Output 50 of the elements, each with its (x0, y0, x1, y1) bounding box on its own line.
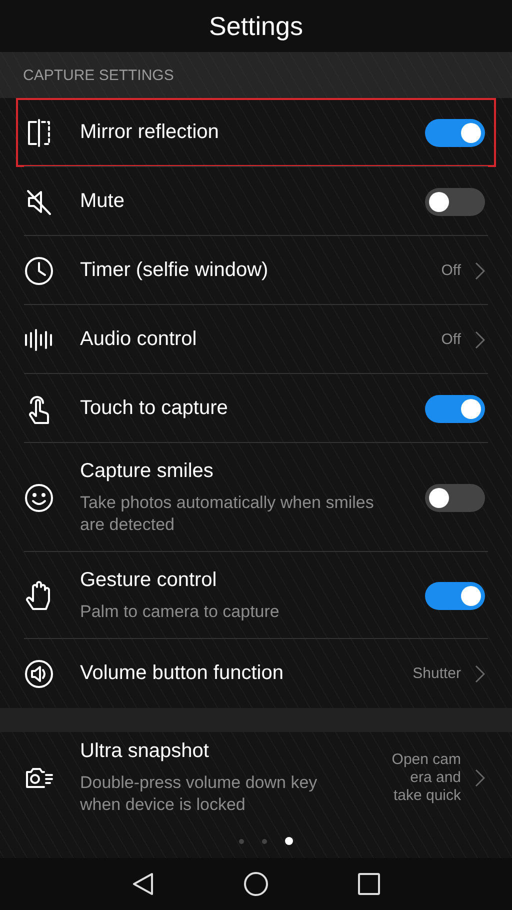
clock-icon (24, 256, 54, 286)
settings-row[interactable]: Capture smiles Take photos automatically when smiles are detected (0, 443, 512, 552)
sound-wave-icon (24, 328, 54, 352)
setting-label: Audio control (80, 328, 198, 351)
setting-label: Mute (80, 190, 126, 213)
toggle-switch[interactable] (425, 188, 485, 216)
toggle-switch[interactable] (425, 484, 485, 512)
speaker-icon (24, 658, 54, 688)
setting-description: Take photos automatically when smiles are detected (80, 492, 375, 536)
settings-row[interactable]: Mute (0, 167, 512, 236)
camera-icon (24, 765, 54, 791)
setting-label: Timer (selfie window) (80, 259, 270, 282)
back-icon[interactable] (132, 872, 154, 896)
chevron-right-icon (475, 330, 485, 348)
mirror-icon (26, 118, 52, 146)
settings-row[interactable]: Timer (selfie window) Off (0, 236, 512, 305)
toggle-switch[interactable] (425, 394, 485, 422)
page-indicator-dot[interactable] (239, 838, 244, 844)
chevron-right-icon (475, 664, 485, 682)
setting-value: Off (441, 262, 461, 280)
settings-row[interactable]: Audio control Off (0, 305, 512, 374)
chevron-right-icon (475, 262, 485, 280)
setting-label: Touch to capture (80, 397, 229, 420)
setting-value: Off (441, 330, 461, 348)
setting-label: Ultra snapshot (80, 740, 210, 763)
setting-description: Palm to camera to capture (80, 600, 280, 622)
settings-row[interactable]: Touch to capture (0, 374, 512, 443)
setting-description: Double-press volume down key when device is locked (80, 772, 318, 816)
toggle-switch[interactable] (425, 582, 485, 610)
settings-row[interactable]: Ultra snapshot Double-press volume down key when device is locked Open cam era and take quick (0, 732, 512, 824)
mute-icon (26, 188, 52, 216)
settings-row[interactable]: Gesture control Palm to camera to capture (0, 552, 512, 639)
setting-label: Capture smiles (80, 460, 214, 482)
setting-value: Shutter (412, 664, 461, 682)
home-icon[interactable] (244, 872, 268, 896)
section-header: CAPTURE SETTINGS (23, 66, 174, 84)
smiley-icon (24, 482, 54, 512)
toggle-switch[interactable] (425, 118, 485, 146)
settings-row[interactable]: Mirror reflection (0, 98, 512, 167)
setting-label: Gesture control (80, 568, 218, 592)
setting-value: Open cam era and take quick (392, 751, 461, 805)
setting-label: Mirror reflection (80, 121, 220, 144)
page-indicator-dot[interactable] (262, 838, 267, 844)
screen-title: Settings (209, 10, 303, 42)
recents-icon[interactable] (358, 873, 380, 895)
chevron-right-icon (475, 769, 485, 787)
setting-label: Volume button function (80, 662, 284, 685)
settings-row[interactable]: Volume button function Shutter (0, 639, 512, 708)
page-indicator-dot[interactable] (285, 837, 293, 845)
hand-icon (25, 580, 53, 610)
